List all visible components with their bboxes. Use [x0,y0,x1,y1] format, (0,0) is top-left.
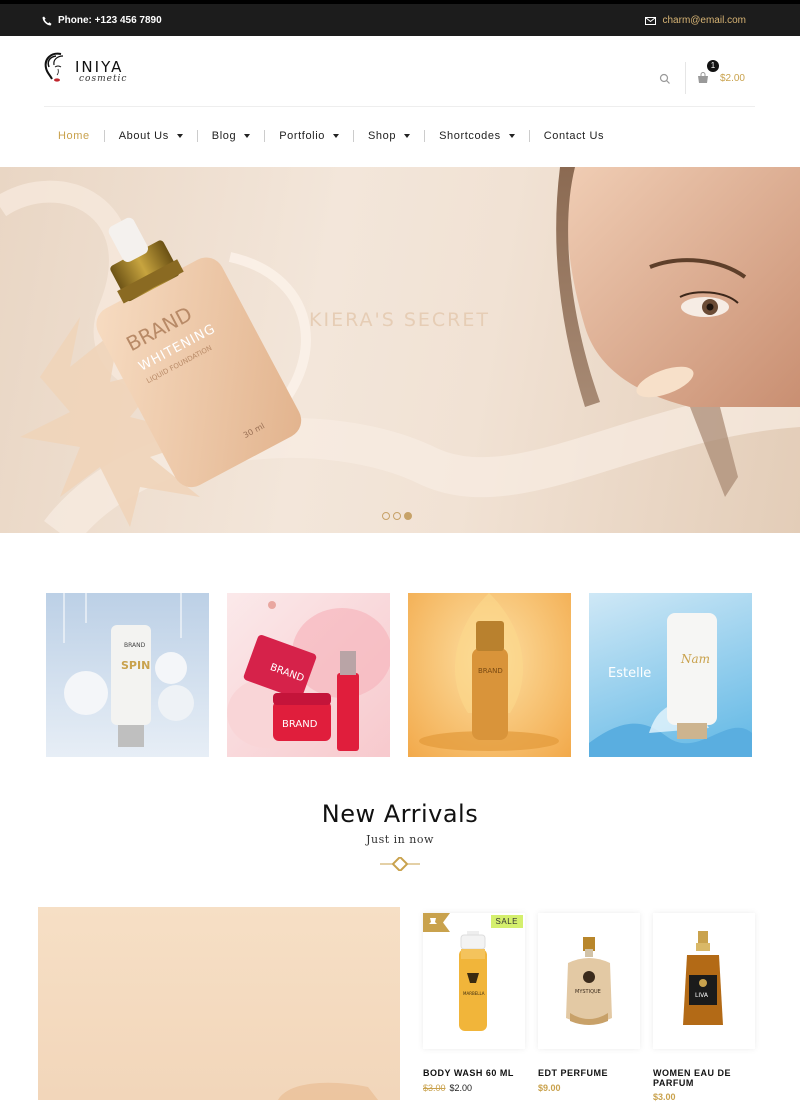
logo-name: INIYA [75,57,124,76]
promo-artwork [278,1082,378,1100]
product-price: $9.00 [538,1083,561,1093]
section-title: New Arrivals [321,800,479,828]
tile-artwork: BRAND SPIN [63,593,194,747]
product-card-body-wash[interactable]: SALE MARBELLA [423,913,525,1049]
tile-red-skincare[interactable]: BRAND BRAND [227,593,390,757]
header-separator [684,62,686,94]
slider-dot-1[interactable] [382,512,390,520]
nav-label: About Us [118,130,169,142]
tile-artwork: BRAND [419,593,559,751]
svg-text:MYSTIQUE: MYSTIQUE [575,989,601,995]
slider-dot-3[interactable] [404,512,412,520]
main-nav: Home About Us Blog Portfolio Shop Shortc… [44,128,618,144]
cart-total[interactable]: $2.00 [720,73,745,84]
product-name[interactable]: BODY WASH 60 ML [423,1068,514,1078]
parfum-image: LIVA [683,931,723,1025]
phone-contact[interactable]: Phone: +123 456 7890 [42,15,162,26]
svg-text:SPIN: SPIN [121,659,150,672]
header-actions: 1 $2.00 [659,60,745,94]
phone-icon [42,16,52,26]
hero-artwork: BRAND WHITENING LIQUID FOUNDATION 30 ml [0,167,800,533]
nav-item-blog[interactable]: Blog [198,128,264,144]
nav-label: Contact Us [543,130,605,142]
nav-label: Portfolio [279,130,325,142]
hero-slider[interactable]: BRAND WHITENING LIQUID FOUNDATION 30 ml … [0,167,800,533]
cart-icon [696,72,710,89]
email-text: charm@email.com [662,15,746,26]
nav-item-home[interactable]: Home [44,128,104,144]
logo-tagline: cosmetic [79,73,128,84]
svg-text:LIVA: LIVA [695,992,709,999]
section-subtitle: Just in now [366,833,434,846]
header-divider [44,106,755,107]
hero-title: KIERA'S SECRET [309,309,490,331]
product-card-edt-perfume[interactable]: MYSTIQUE [538,913,640,1049]
caret-down-icon [332,134,339,138]
product-name[interactable]: EDT PERFUME [538,1068,608,1078]
search-icon[interactable] [659,72,671,84]
tile-gold-serum[interactable]: BRAND [408,593,571,757]
diamond-ornament-icon [380,857,420,871]
svg-text:BRAND: BRAND [478,667,503,675]
site-logo[interactable]: INIYA cosmetic [43,51,127,92]
old-price: $3.00 [423,1083,446,1093]
nav-label: Shop [367,130,397,142]
slider-dots [382,512,412,520]
tile-spin-cream[interactable]: BRAND SPIN [46,593,209,757]
product-card-women-eau-de-parfum[interactable]: LIVA [653,913,755,1049]
caret-down-icon [176,134,183,138]
caret-down-icon [404,134,411,138]
cart-count-badge: 1 [706,60,719,72]
mail-icon [645,16,657,25]
new-price: $2.00 [449,1083,473,1093]
category-tiles: BRAND SPIN BRAND BRAND BRAND Estelle Nam [46,593,752,757]
caret-down-icon [244,134,251,138]
tile-brand-text: BRAND [124,642,146,649]
svg-text:BRAND: BRAND [282,719,318,730]
phone-text: Phone: +123 456 7890 [58,15,162,26]
svg-text:Nam: Nam [680,652,710,666]
promo-banner[interactable] [38,907,400,1100]
top-bar: Phone: +123 456 7890 charm@email.com [0,0,800,36]
cart-button[interactable]: 1 [696,60,719,85]
product-name[interactable]: WOMEN EAU DE PARFUM [653,1068,755,1088]
product-price: $3.00 $2.00 [423,1083,472,1093]
slider-dot-2[interactable] [393,512,401,520]
nav-item-contact-us[interactable]: Contact Us [530,128,618,144]
nav-item-portfolio[interactable]: Portfolio [265,128,353,144]
email-contact[interactable]: charm@email.com [645,15,746,26]
nav-label: Home [58,130,90,142]
caret-down-icon [508,134,515,138]
nav-label: Blog [211,130,237,142]
body-wash-image: MARBELLA [459,931,487,1031]
price-value: $9.00 [538,1083,561,1093]
nav-item-shortcodes[interactable]: Shortcodes [425,128,529,144]
tile-estelle-tube[interactable]: Estelle Nam [589,593,752,757]
face-logo-icon [43,51,69,92]
tile-artwork: BRAND BRAND [227,601,390,751]
tile-artwork: Estelle Nam [589,613,752,757]
tile-brand-text: Estelle [608,666,651,681]
price-value: $3.00 [653,1092,676,1102]
edt-perfume-image: MYSTIQUE [566,937,612,1025]
nav-label: Shortcodes [439,130,501,142]
nav-item-shop[interactable]: Shop [354,128,424,144]
svg-text:MARBELLA: MARBELLA [463,991,485,996]
nav-item-about-us[interactable]: About Us [105,128,197,144]
product-price: $3.00 [653,1092,676,1102]
